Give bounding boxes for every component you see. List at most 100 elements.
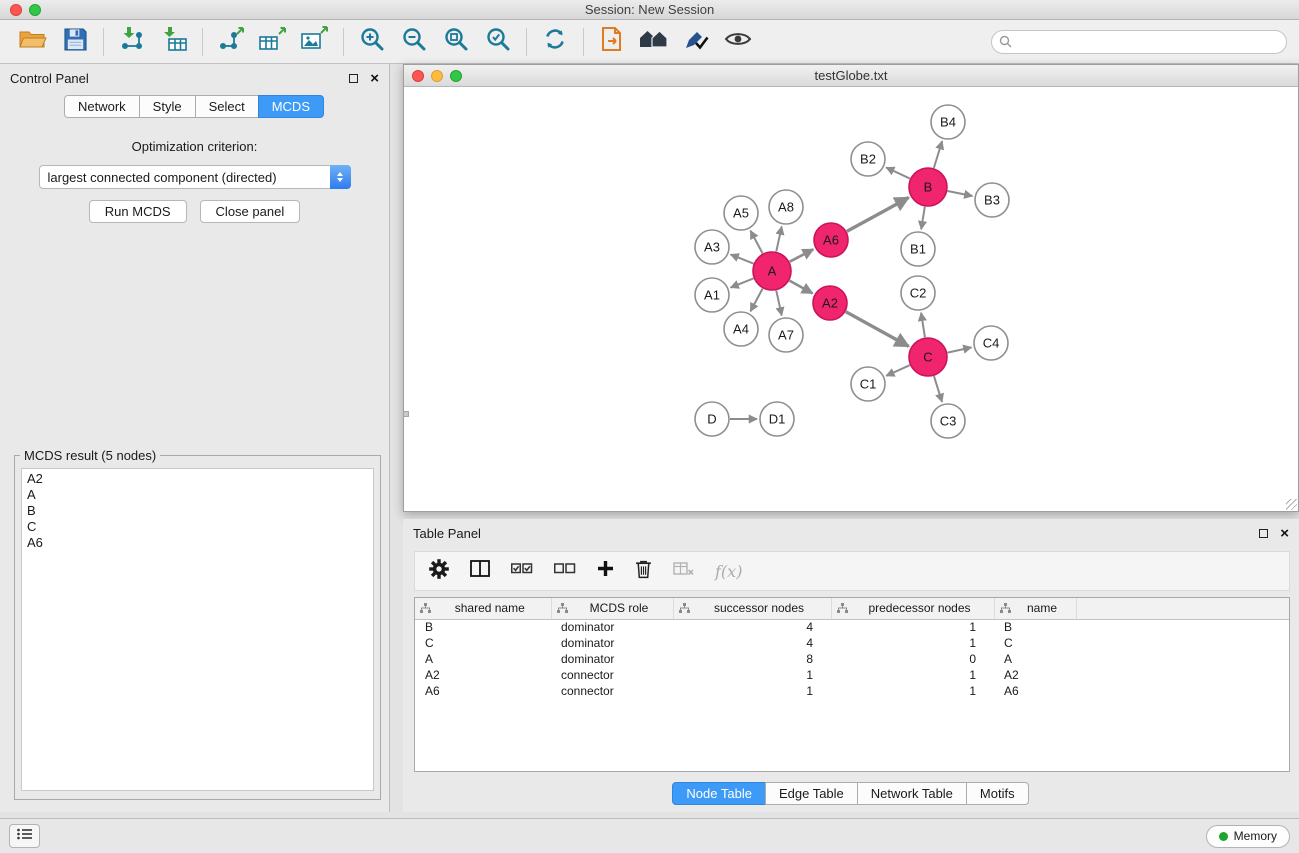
- node-B[interactable]: B: [909, 168, 947, 206]
- cell[interactable]: A6: [994, 683, 1076, 699]
- node-A4[interactable]: A4: [724, 312, 758, 346]
- table-row[interactable]: Cdominator41C: [415, 635, 1289, 651]
- search-input[interactable]: [991, 30, 1287, 54]
- list-item[interactable]: B: [22, 503, 373, 519]
- list-item[interactable]: C: [22, 519, 373, 535]
- style-check-button[interactable]: [675, 24, 717, 60]
- zoom-window-icon[interactable]: [29, 4, 41, 16]
- node-B2[interactable]: B2: [851, 142, 885, 176]
- delete-column-button[interactable]: [635, 559, 652, 584]
- edge-A-A7[interactable]: [776, 291, 781, 316]
- edge-B-B3[interactable]: [948, 191, 973, 196]
- edge-C-C4[interactable]: [948, 347, 972, 352]
- network-window-titlebar[interactable]: testGlobe.txt: [404, 65, 1298, 87]
- dropdown-stepper-icon[interactable]: [330, 165, 351, 189]
- node-A[interactable]: A: [753, 252, 791, 290]
- export-table-button[interactable]: [252, 24, 294, 60]
- zoom-selected-button[interactable]: [477, 24, 519, 60]
- node-D[interactable]: D: [695, 402, 729, 436]
- float-table-panel-icon[interactable]: [1259, 529, 1268, 538]
- splitter-grip[interactable]: [403, 411, 409, 417]
- cell[interactable]: B: [994, 619, 1076, 635]
- edge-A-A4[interactable]: [750, 289, 762, 312]
- tab-edge-table[interactable]: Edge Table: [765, 782, 858, 805]
- node-A2[interactable]: A2: [813, 286, 847, 320]
- select-all-button[interactable]: [511, 562, 533, 580]
- show-columns-button[interactable]: [470, 560, 490, 582]
- node-A7[interactable]: A7: [769, 318, 803, 352]
- node-table[interactable]: shared nameMCDS rolesuccessor nodesprede…: [414, 597, 1290, 772]
- node-B4[interactable]: B4: [931, 105, 965, 139]
- column-header-successor-nodes[interactable]: successor nodes: [673, 598, 831, 619]
- node-A3[interactable]: A3: [695, 230, 729, 264]
- run-mcds-button[interactable]: Run MCDS: [89, 200, 187, 223]
- zoom-out-button[interactable]: [393, 24, 435, 60]
- column-header-predecessor-nodes[interactable]: predecessor nodes: [831, 598, 994, 619]
- cell[interactable]: A2: [994, 667, 1076, 683]
- table-row[interactable]: A2connector11A2: [415, 667, 1289, 683]
- node-C1[interactable]: C1: [851, 367, 885, 401]
- edge-C-C1[interactable]: [886, 365, 910, 376]
- cell[interactable]: A6: [415, 683, 551, 699]
- edge-B-B2[interactable]: [886, 167, 910, 178]
- open-browser-button[interactable]: [591, 24, 633, 60]
- network-canvas-container[interactable]: B4B2BB3A5A8A6B1A3AC2A1A2A4A7C4CC1C3DD1: [404, 88, 1298, 511]
- cell[interactable]: dominator: [551, 651, 673, 667]
- cell[interactable]: 1: [831, 683, 994, 699]
- cell[interactable]: 4: [673, 635, 831, 651]
- export-network-button[interactable]: [210, 24, 252, 60]
- cell[interactable]: 0: [831, 651, 994, 667]
- import-table-button[interactable]: [153, 24, 195, 60]
- node-A8[interactable]: A8: [769, 190, 803, 224]
- edge-C-C2[interactable]: [921, 313, 925, 337]
- cell[interactable]: A: [415, 651, 551, 667]
- node-C3[interactable]: C3: [931, 404, 965, 438]
- close-panel-button[interactable]: Close panel: [200, 200, 301, 223]
- table-settings-button[interactable]: [429, 559, 449, 584]
- node-D1[interactable]: D1: [760, 402, 794, 436]
- list-item[interactable]: A2: [22, 471, 373, 487]
- cell[interactable]: 1: [673, 667, 831, 683]
- edge-C-C3[interactable]: [934, 376, 942, 402]
- zoom-network-icon[interactable]: [450, 70, 462, 82]
- criterion-dropdown[interactable]: largest connected component (directed): [39, 165, 351, 189]
- refresh-layout-button[interactable]: [534, 24, 576, 60]
- open-session-button[interactable]: [12, 24, 54, 60]
- add-column-button[interactable]: [597, 560, 614, 582]
- close-network-icon[interactable]: [412, 70, 424, 82]
- node-B1[interactable]: B1: [901, 232, 935, 266]
- cell[interactable]: 8: [673, 651, 831, 667]
- edge-A-A6[interactable]: [790, 249, 814, 261]
- cell[interactable]: connector: [551, 683, 673, 699]
- cell[interactable]: 1: [673, 683, 831, 699]
- import-network-button[interactable]: [111, 24, 153, 60]
- tab-select[interactable]: Select: [195, 95, 259, 118]
- tab-node-table[interactable]: Node Table: [672, 782, 766, 805]
- export-image-button[interactable]: [294, 24, 336, 60]
- node-C2[interactable]: C2: [901, 276, 935, 310]
- tab-motifs[interactable]: Motifs: [966, 782, 1029, 805]
- minimize-network-icon[interactable]: [431, 70, 443, 82]
- save-session-button[interactable]: [54, 24, 96, 60]
- cell[interactable]: B: [415, 619, 551, 635]
- cell[interactable]: connector: [551, 667, 673, 683]
- cell[interactable]: 1: [831, 667, 994, 683]
- home-button[interactable]: [633, 24, 675, 60]
- zoom-fit-button[interactable]: [435, 24, 477, 60]
- function-builder-button[interactable]: f(x): [715, 562, 742, 581]
- task-history-button[interactable]: [9, 824, 40, 848]
- edge-A-A3[interactable]: [731, 254, 754, 263]
- node-B3[interactable]: B3: [975, 183, 1009, 217]
- cell[interactable]: A: [994, 651, 1076, 667]
- close-window-icon[interactable]: [10, 4, 22, 16]
- edge-A-A8[interactable]: [776, 227, 781, 252]
- delete-table-button[interactable]: [673, 562, 694, 581]
- tab-mcds[interactable]: MCDS: [258, 95, 324, 118]
- cell[interactable]: 1: [831, 635, 994, 651]
- float-panel-icon[interactable]: [349, 74, 358, 83]
- edge-A6-B[interactable]: [847, 198, 909, 232]
- zoom-in-button[interactable]: [351, 24, 393, 60]
- node-A1[interactable]: A1: [695, 278, 729, 312]
- cell[interactable]: dominator: [551, 619, 673, 635]
- edge-B-B4[interactable]: [934, 141, 942, 168]
